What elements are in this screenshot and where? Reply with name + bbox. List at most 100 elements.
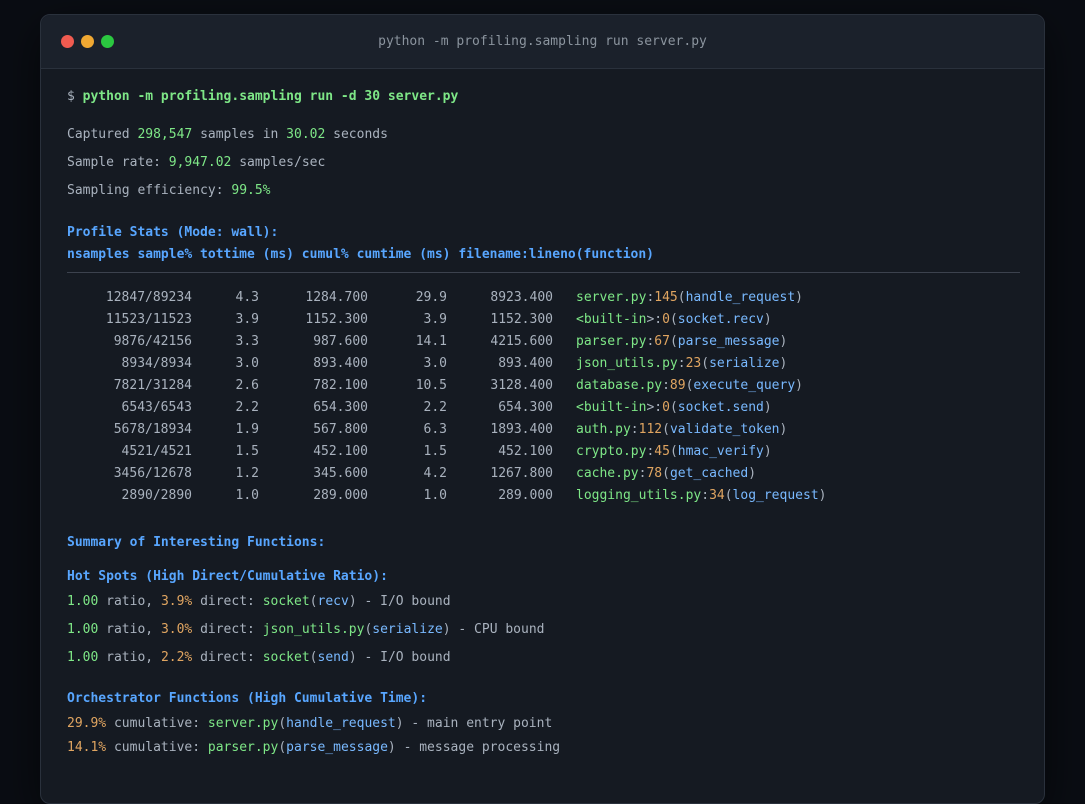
text-segment: recv xyxy=(317,594,349,609)
text-segment: ( xyxy=(669,400,678,415)
text-segment: : xyxy=(662,378,670,393)
text-segment: ) xyxy=(442,622,451,637)
table-cell: 8934/8934 xyxy=(121,356,192,371)
window-title: python -m profiling.sampling run server.… xyxy=(378,34,707,49)
terminal-content: $ python -m profiling.sampling run -d 30… xyxy=(41,88,1044,757)
text-segment: ) xyxy=(818,488,827,503)
function-location-cell: crypto.py:45(hmac_verify) xyxy=(576,443,772,461)
text-segment: get_cached xyxy=(669,466,749,481)
text-segment: 14.1% xyxy=(67,740,107,755)
table-cell: 6.3 xyxy=(423,422,447,437)
text-segment: : xyxy=(630,422,639,437)
table-cell: 2.2 xyxy=(235,400,259,415)
text-segment: 30.02 xyxy=(286,127,326,142)
text-segment: - I/O bound xyxy=(356,650,451,665)
hot-spots-list: 1.00 ratio, 3.9% direct: socket ( recv) - … xyxy=(67,593,1018,667)
table-cell: 4.3 xyxy=(235,290,259,305)
text-segment: Sample rate: xyxy=(67,155,169,170)
text-segment: >: xyxy=(646,312,663,327)
minimize-button[interactable] xyxy=(81,35,94,48)
table-cell: 14.1 xyxy=(415,334,447,349)
table-cell: 289.000 xyxy=(313,488,368,503)
table-cell: 7821/31284 xyxy=(113,378,192,393)
text-segment: 1.00 xyxy=(67,594,99,609)
function-location-cell: parser.py:67(parse_message) xyxy=(576,333,787,351)
text-segment: : xyxy=(701,488,710,503)
text-segment: direct: xyxy=(192,650,263,665)
text-segment: ) xyxy=(779,422,788,437)
function-location-cell: <built-in>:0(socket.recv) xyxy=(576,311,772,329)
text-segment: ) xyxy=(763,444,772,459)
text-segment: ( xyxy=(677,290,686,305)
text-segment: direct: xyxy=(192,622,263,637)
table-cell: 567.800 xyxy=(313,422,368,437)
text-segment: 2.2% xyxy=(160,650,193,665)
function-location-cell: server.py:145(handle_request) xyxy=(576,289,803,307)
text-segment: >: xyxy=(646,400,663,415)
function-location-cell: auth.py:112(validate_token) xyxy=(576,421,787,439)
text-segment: ( xyxy=(278,716,287,731)
text-segment: <built-in xyxy=(576,312,647,327)
text-segment: execute_query xyxy=(693,378,796,393)
text-segment: ) xyxy=(779,356,788,371)
text-segment: database.py xyxy=(576,378,663,393)
text-segment: ) xyxy=(795,290,803,305)
text-segment: parser.py xyxy=(576,334,647,349)
table-cell: 29.9 xyxy=(415,290,447,305)
text-segment: validate_token xyxy=(669,422,780,437)
text-segment: <built-in xyxy=(576,400,647,415)
text-segment: 99.5% xyxy=(231,183,271,198)
text-segment: ( xyxy=(278,740,287,755)
text-segment: 0 xyxy=(662,312,670,327)
close-button[interactable] xyxy=(61,35,74,48)
orchestrator-header: Orchestrator Functions (High Cumulative … xyxy=(67,691,428,706)
captured-line: Captured 298,547 samples in 30.02 second… xyxy=(67,126,1018,144)
table-cell: 8923.400 xyxy=(490,290,553,305)
text-segment: serialize xyxy=(709,356,780,371)
text-segment: ( xyxy=(662,466,670,481)
text-segment: ) xyxy=(763,312,772,327)
text-segment: ( xyxy=(309,650,318,665)
text-segment: ( xyxy=(662,422,670,437)
text-segment: handle_request xyxy=(685,290,796,305)
profile-stats-header: Profile Stats (Mode: wall): xyxy=(67,225,279,240)
hot-spot-line: 1.00 ratio, 2.2% direct: socket(send) - … xyxy=(67,649,1018,667)
text-segment: 29.9% xyxy=(67,716,107,731)
text-segment: serialize xyxy=(372,622,443,637)
table-cell: 11523/11523 xyxy=(105,312,192,327)
table-cell: 3128.400 xyxy=(490,378,553,393)
terminal-window: python -m profiling.sampling run server.… xyxy=(40,14,1045,804)
table-separator xyxy=(67,272,1020,273)
text-segment: server.py xyxy=(207,716,279,731)
text-segment: ( xyxy=(669,312,678,327)
function-location-cell: <built-in>:0(socket.send) xyxy=(576,399,772,417)
text-segment: 1.00 xyxy=(67,622,99,637)
text-segment: seconds xyxy=(325,127,388,142)
table-header: nsamples sample% tottime (ms) cumul% cum… xyxy=(67,247,654,262)
function-location-cell: logging_utils.py:34(log_request) xyxy=(576,487,826,505)
traffic-lights xyxy=(61,15,114,68)
text-segment: ( xyxy=(724,488,733,503)
text-segment: json_utils.py xyxy=(576,356,678,371)
table-cell: 893.400 xyxy=(498,356,553,371)
table-cell: 1.0 xyxy=(423,488,447,503)
text-segment: : xyxy=(677,356,686,371)
text-segment: socket.recv xyxy=(677,312,764,327)
table-cell: 4215.600 xyxy=(490,334,553,349)
text-segment: samples/sec xyxy=(231,155,326,170)
table-cell: 3456/12678 xyxy=(113,466,192,481)
text-segment: 3.9% xyxy=(160,594,193,609)
table-cell: 1152.300 xyxy=(305,312,368,327)
maximize-button[interactable] xyxy=(101,35,114,48)
text-segment: socket xyxy=(262,594,310,609)
text-segment: ( xyxy=(669,334,678,349)
text-segment: ) xyxy=(348,650,357,665)
table-cell: 2890/2890 xyxy=(121,488,192,503)
text-segment: python -m profiling.sampling run -d 30 s… xyxy=(82,89,459,104)
text-segment: ( xyxy=(701,356,710,371)
table-row: 8934/8934 3.0 893.400 3.0 893.400 json_utils.… xyxy=(67,355,1018,373)
text-segment: ratio, xyxy=(98,622,161,637)
function-location-cell: database.py:89(execute_query) xyxy=(576,377,803,395)
shell-prompt-line: $ python -m profiling.sampling run -d 30… xyxy=(67,88,1018,106)
table-cell: 1.9 xyxy=(235,422,259,437)
